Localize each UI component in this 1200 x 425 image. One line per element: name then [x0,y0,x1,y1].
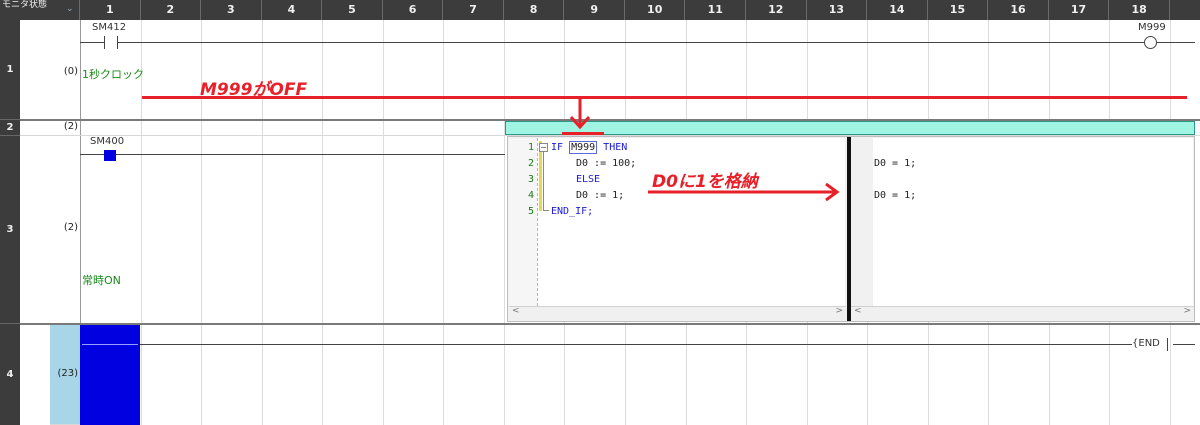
column-header[interactable]: 4 [262,0,323,20]
fold-line [543,152,544,210]
column-header[interactable]: 16 [988,0,1049,20]
ladder-wire [1173,344,1195,345]
row-separator [20,323,1200,325]
horizontal-scrollbar[interactable]: < > [509,306,846,319]
if-keyword: IF [551,142,570,153]
end-label: END [1138,338,1160,349]
step-number: (2) [63,222,78,233]
column-header[interactable]: 14 [867,0,928,20]
ladder-wire [80,42,104,43]
row-number[interactable]: 3 [0,136,20,324]
column-header[interactable]: 17 [1049,0,1110,20]
cursor-rung-line [82,344,138,345]
line-number: 5 [527,206,534,217]
step-cell: (2) [20,136,80,324]
fold-line [543,210,549,211]
contact-device-label: SM400 [90,136,125,147]
st-monitor-pane [873,138,1193,306]
monitor-status-label: モニタ状態 [2,0,48,10]
ladder-wire [140,344,1132,345]
coil-symbol[interactable] [1144,36,1157,49]
scroll-left-icon[interactable]: < [854,306,862,316]
step-cell-selected[interactable]: (23) [50,324,80,425]
row-number[interactable]: 4 [0,324,20,425]
column-header[interactable]: 1 [80,0,141,20]
ladder-cursor[interactable] [80,325,140,425]
variable-highlight[interactable]: M999 [569,141,598,154]
step-number: (0) [63,66,78,77]
device-comment: 常時ON [82,274,121,287]
line-number: 3 [527,174,534,185]
annotation-down-arrow [569,96,591,130]
no-contact-symbol[interactable] [104,36,118,49]
step-number: (2) [63,121,78,132]
column-header[interactable]: 9 [564,0,625,20]
grid-line [503,20,505,425]
column-header[interactable]: 3 [201,0,262,20]
column-header[interactable]: 2 [141,0,202,20]
column-header[interactable]: 13 [807,0,868,20]
step-number: (23) [57,368,78,379]
contact-device-label: SM412 [92,22,127,33]
chevron-down-icon[interactable]: ⌄ [66,5,74,14]
column-header[interactable]: 7 [443,0,504,20]
monitor-status-corner[interactable]: モニタ状態 ⌄ [0,0,80,20]
ladder-wire [1157,42,1195,43]
fold-guide [537,138,538,306]
contact-on-indicator[interactable] [104,150,116,161]
end-instruction[interactable]: {END [1132,338,1160,349]
grid-line [382,20,384,425]
collapse-icon[interactable]: − [539,143,548,152]
row-number-column: 1 2 3 4 [0,20,20,425]
annotation-underline [562,132,604,135]
monitor-value: D0 = 1; [874,190,917,201]
code-line-1[interactable]: IF M999 THEN [551,141,628,154]
column-header[interactable]: 8 [504,0,565,20]
line-number: 1 [527,142,534,153]
scroll-left-icon[interactable]: < [512,306,520,316]
scroll-right-icon[interactable]: > [1183,306,1191,316]
column-header[interactable]: 5 [322,0,383,20]
code-line-4[interactable]: D0 := 1; [576,190,624,201]
column-header[interactable]: 12 [746,0,807,20]
ladder-wire [118,42,1144,43]
step-cell: (2) [20,120,80,136]
inline-st-header-bar[interactable] [505,121,1195,135]
scroll-right-icon[interactable]: > [835,306,843,316]
row-number[interactable]: 1 [0,20,20,120]
line-number: 4 [527,190,534,201]
then-keyword: THEN [597,142,628,153]
code-line-3[interactable]: ELSE [576,174,600,185]
column-header[interactable]: 11 [686,0,747,20]
annotation-red-line [142,96,1187,99]
horizontal-scrollbar[interactable]: < > [851,306,1194,319]
grid-line [443,20,445,425]
line-number: 2 [527,158,534,169]
code-line-5[interactable]: END_IF; [551,206,593,217]
annotation-right-arrow [648,182,840,202]
column-header[interactable]: 10 [625,0,686,20]
monitor-value: D0 = 1; [874,158,917,169]
step-cell: (0) [20,20,80,120]
panel-splitter[interactable] [847,137,851,321]
code-line-2[interactable]: D0 := 100; [576,158,636,169]
device-comment: 1秒クロック [82,68,144,81]
column-header[interactable]: 15 [928,0,989,20]
coil-device-label: M999 [1138,22,1166,33]
row-number[interactable]: 2 [0,120,20,136]
column-header[interactable]: 18 [1109,0,1170,20]
column-header-bar: モニタ状態 ⌄ 1 2 3 4 5 6 7 8 9 10 11 12 13 14 15 16 17 18 [0,0,1200,20]
grid-line [322,20,324,425]
ladder-wire [80,154,505,155]
column-header[interactable]: 6 [383,0,444,20]
